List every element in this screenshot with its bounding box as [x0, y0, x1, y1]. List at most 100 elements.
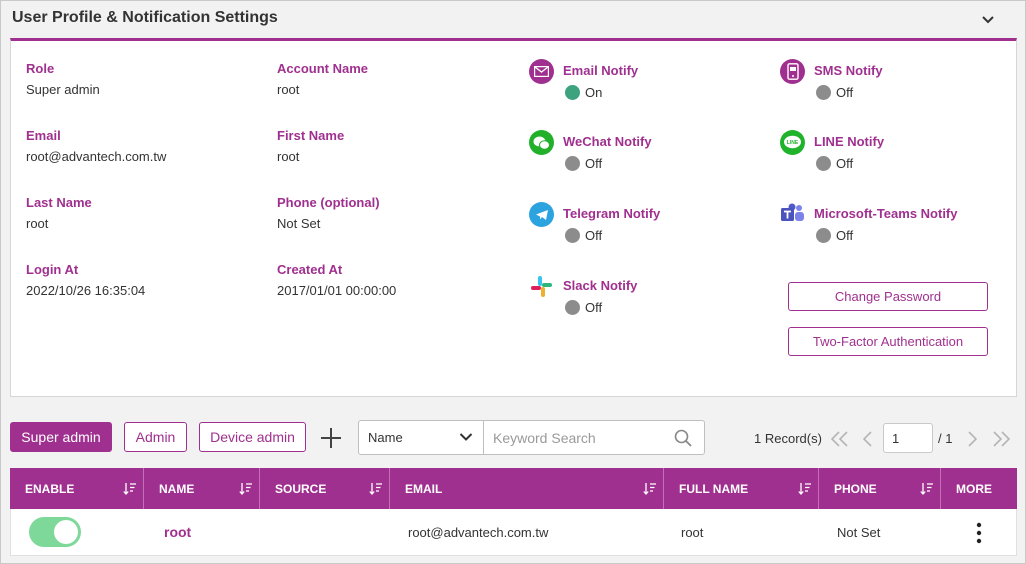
row-phone: Not Set — [837, 524, 881, 540]
teams-notify-status-text: Off — [836, 228, 854, 243]
column-header-phone[interactable]: PHONE — [819, 468, 941, 509]
teams-icon — [780, 202, 805, 227]
last-name-field: Last Name root — [26, 195, 92, 232]
column-header-email[interactable]: EMAIL — [390, 468, 664, 509]
panel-title: User Profile & Notification Settings — [12, 9, 278, 26]
search-group: Name — [358, 420, 705, 455]
sort-icon[interactable] — [239, 482, 253, 495]
email-notify-status[interactable]: On — [565, 85, 602, 100]
created-at-value: 2017/01/01 00:00:00 — [277, 283, 397, 298]
slack-notify-label: Slack Notify — [563, 278, 638, 293]
more-vertical-icon[interactable] — [973, 522, 985, 544]
profile-card: Role Super admin Email root@advantech.co… — [10, 38, 1017, 397]
row-full-name: root — [681, 524, 704, 540]
svg-text:LINE: LINE — [787, 140, 799, 146]
chevron-down-icon[interactable] — [980, 12, 996, 28]
phone-label: Phone (optional) — [277, 195, 380, 210]
enable-toggle[interactable] — [29, 517, 81, 547]
status-off-indicator — [816, 85, 831, 100]
last-name-label: Last Name — [26, 195, 92, 210]
slack-icon — [529, 274, 554, 299]
role-label: Role — [26, 61, 55, 76]
status-off-indicator — [816, 228, 831, 243]
settings-window: User Profile & Notification Settings Rol… — [0, 0, 1026, 564]
email-notify-label: Email Notify — [563, 63, 639, 78]
account-name-label: Account Name — [277, 61, 369, 76]
sms-notify-status-text: Off — [836, 85, 854, 100]
first-name-field: First Name root — [277, 128, 344, 165]
slack-notify-status-text: Off — [585, 300, 603, 315]
next-page-icon[interactable] — [962, 430, 982, 448]
column-header-label: EMAIL — [405, 481, 443, 496]
line-icon: LINE — [780, 130, 805, 155]
page-total: / 1 — [938, 431, 953, 446]
panel-header[interactable]: User Profile & Notification Settings — [2, 2, 1024, 38]
line-notify-status-text: Off — [836, 156, 854, 171]
column-header-enable[interactable]: ENABLE — [10, 468, 144, 509]
role-field: Role Super admin — [26, 61, 100, 98]
tab-device-admin[interactable]: Device admin — [199, 422, 306, 452]
row-name-link[interactable]: root — [164, 509, 191, 555]
sms-notify-status[interactable]: Off — [816, 85, 853, 100]
created-at-label: Created At — [277, 262, 343, 277]
sort-icon[interactable] — [643, 482, 657, 495]
sort-icon[interactable] — [369, 482, 383, 495]
keyword-search-input[interactable] — [485, 421, 665, 454]
first-page-icon[interactable] — [830, 430, 850, 448]
slack-notify-status[interactable]: Off — [565, 300, 602, 315]
line-notify-label: LINE Notify — [814, 134, 885, 149]
column-header-label: MORE — [956, 481, 992, 496]
telegram-notify-label: Telegram Notify — [563, 206, 661, 221]
email-field: Email root@advantech.com.tw — [26, 128, 166, 165]
search-field-select[interactable]: Name — [359, 421, 484, 454]
change-password-button[interactable]: Change Password — [788, 282, 988, 311]
add-icon[interactable] — [319, 426, 343, 450]
telegram-notify-status-text: Off — [585, 228, 603, 243]
phone-value: Not Set — [277, 216, 321, 231]
phone-field: Phone (optional) Not Set — [277, 195, 380, 232]
previous-page-icon[interactable] — [858, 430, 878, 448]
sort-icon[interactable] — [798, 482, 812, 495]
column-header-source[interactable]: SOURCE — [260, 468, 390, 509]
last-name-value: root — [26, 216, 49, 231]
sms-icon — [780, 59, 805, 84]
wechat-notify-status[interactable]: Off — [565, 156, 602, 171]
login-at-value: 2022/10/26 16:35:04 — [26, 283, 146, 298]
login-at-label: Login At — [26, 262, 79, 277]
login-at-field: Login At 2022/10/26 16:35:04 — [26, 262, 145, 299]
page-number-input[interactable] — [883, 423, 933, 453]
email-value: root@advantech.com.tw — [26, 149, 167, 164]
teams-notify-status[interactable]: Off — [816, 228, 853, 243]
account-name-field: Account Name root — [277, 61, 368, 98]
teams-notify-label: Microsoft-Teams Notify — [814, 206, 958, 221]
column-header-more: MORE — [941, 468, 1017, 509]
chevron-down-icon — [459, 433, 473, 441]
telegram-notify-status[interactable]: Off — [565, 228, 602, 243]
envelope-icon — [529, 59, 554, 84]
sms-notify-label: SMS Notify — [814, 63, 883, 78]
telegram-icon — [529, 202, 554, 227]
tab-super-admin[interactable]: Super admin — [10, 422, 112, 452]
tab-admin[interactable]: Admin — [124, 422, 187, 452]
sort-icon[interactable] — [920, 482, 934, 495]
email-label: Email — [26, 128, 61, 143]
wechat-notify-label: WeChat Notify — [563, 134, 652, 149]
created-at-field: Created At 2017/01/01 00:00:00 — [277, 262, 396, 299]
wechat-notify-status-text: Off — [585, 156, 603, 171]
column-header-label: FULL NAME — [679, 481, 749, 496]
sort-icon[interactable] — [123, 482, 137, 495]
column-header-name[interactable]: NAME — [144, 468, 260, 509]
column-header-full-name[interactable]: FULL NAME — [664, 468, 819, 509]
table-header: ENABLE NAME SOURCE EMAIL FULL NAME PHONE… — [10, 468, 1017, 509]
column-header-label: PHONE — [834, 481, 877, 496]
search-field-value: Name — [368, 430, 403, 445]
search-icon[interactable] — [674, 429, 692, 447]
last-page-icon[interactable] — [991, 430, 1011, 448]
account-name-value: root — [277, 82, 300, 97]
table-row[interactable]: root root@advantech.com.tw root Not Set — [10, 509, 1017, 556]
line-notify-status[interactable]: Off — [816, 156, 853, 171]
toggle-knob — [54, 520, 78, 544]
column-header-label: SOURCE — [275, 481, 327, 496]
two-factor-auth-button[interactable]: Two-Factor Authentication — [788, 327, 988, 356]
column-header-label: NAME — [159, 481, 195, 496]
